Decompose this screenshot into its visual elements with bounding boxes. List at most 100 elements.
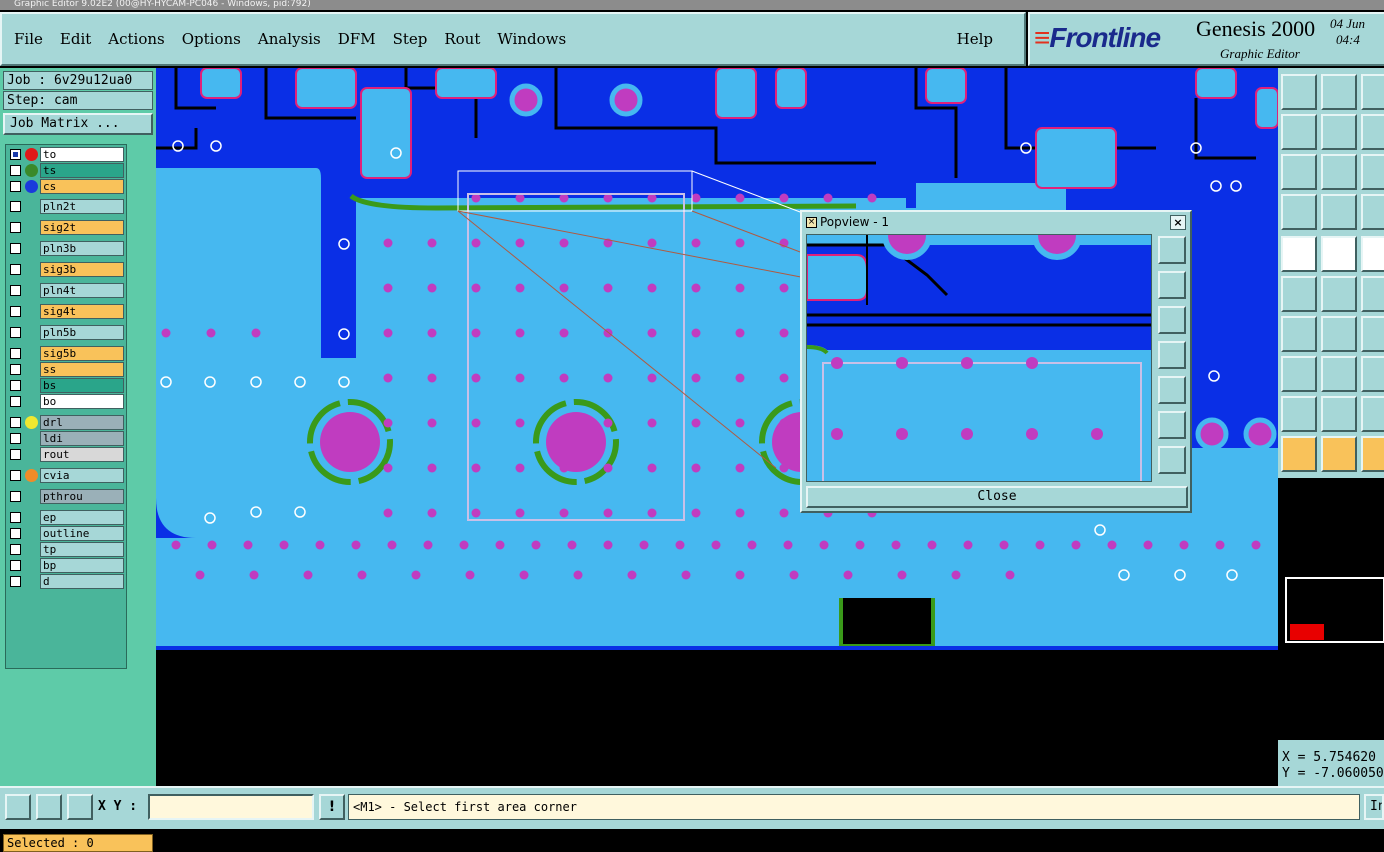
layer-row-to[interactable]: to bbox=[8, 147, 125, 162]
layer-checkbox[interactable] bbox=[10, 433, 21, 444]
layer-row-rout[interactable]: rout bbox=[8, 447, 125, 462]
menu-rout[interactable]: Rout bbox=[444, 30, 480, 48]
pv-zoom-in-icon[interactable] bbox=[1158, 236, 1186, 264]
layer-checkbox[interactable] bbox=[10, 222, 21, 233]
layer-name[interactable]: sig2t bbox=[40, 220, 124, 235]
popview-close-button[interactable]: Close bbox=[806, 486, 1188, 508]
layer-row-tp[interactable]: tp bbox=[8, 542, 125, 557]
overview-minimap[interactable] bbox=[1278, 478, 1384, 740]
layer-row-pln5b[interactable]: pln5b bbox=[8, 325, 125, 340]
layer-checkbox[interactable] bbox=[10, 560, 21, 571]
layer-checkbox[interactable] bbox=[10, 348, 21, 359]
layer-name[interactable]: pln3b bbox=[40, 241, 124, 256]
layer-name[interactable]: bp bbox=[40, 558, 124, 573]
layer-name[interactable]: outline bbox=[40, 526, 124, 541]
triangle-alt-icon[interactable] bbox=[1321, 396, 1357, 432]
layer-checkbox[interactable] bbox=[10, 306, 21, 317]
layer-name[interactable]: sig3b bbox=[40, 262, 124, 277]
pv-pan-up-icon[interactable] bbox=[1158, 271, 1186, 299]
layer-row-pln4t[interactable]: pln4t bbox=[8, 283, 125, 298]
layer-checkbox[interactable] bbox=[10, 576, 21, 587]
arc-icon[interactable] bbox=[1361, 236, 1384, 272]
layer-name[interactable]: pthrou bbox=[40, 489, 124, 504]
alert-icon[interactable]: ! bbox=[319, 794, 345, 820]
layer-row-cs[interactable]: cs bbox=[8, 179, 125, 194]
measure-icon[interactable] bbox=[1281, 194, 1317, 230]
menu-windows[interactable]: Windows bbox=[497, 30, 566, 48]
cross-icon[interactable] bbox=[1321, 276, 1357, 312]
window-menu-icon[interactable]: × bbox=[806, 217, 817, 228]
popview-window[interactable]: × Popview - 1 × Close bbox=[800, 210, 1192, 513]
layer-row-pln2t[interactable]: pln2t bbox=[8, 199, 125, 214]
snap-mode-icon[interactable] bbox=[5, 794, 31, 820]
net-icon[interactable] bbox=[1361, 194, 1384, 230]
select-arrow3-icon[interactable] bbox=[1361, 436, 1384, 472]
layer-name[interactable]: sig5b bbox=[40, 346, 124, 361]
zoom-center-icon[interactable] bbox=[1321, 154, 1357, 190]
layer-checkbox[interactable] bbox=[10, 149, 21, 160]
home-icon[interactable] bbox=[1361, 74, 1384, 110]
layer-row-ss[interactable]: ss bbox=[8, 362, 125, 377]
angle-icon[interactable] bbox=[1281, 316, 1317, 352]
connect-icon[interactable] bbox=[1281, 276, 1317, 312]
layer-row-bs[interactable]: bs bbox=[8, 378, 125, 393]
select-arrow-icon[interactable] bbox=[1281, 436, 1317, 472]
rotate-icon[interactable] bbox=[1361, 316, 1384, 352]
layer-row-sig2t[interactable]: sig2t bbox=[8, 220, 125, 235]
layer-row-drl[interactable]: drl bbox=[8, 415, 125, 430]
layer-name[interactable]: pln2t bbox=[40, 199, 124, 214]
layer-checkbox[interactable] bbox=[10, 165, 21, 176]
home-down-icon[interactable] bbox=[1321, 74, 1357, 110]
layer-checkbox[interactable] bbox=[10, 544, 21, 555]
triangle-edit-icon[interactable] bbox=[1361, 396, 1384, 432]
layer-row-cvia[interactable]: cvia bbox=[8, 468, 125, 483]
pv-center-icon[interactable] bbox=[1158, 446, 1186, 474]
layer-checkbox[interactable] bbox=[10, 364, 21, 375]
layer-checkbox[interactable] bbox=[10, 181, 21, 192]
layer-name[interactable]: ss bbox=[40, 362, 124, 377]
grid-mode-icon[interactable] bbox=[67, 794, 93, 820]
layer-row-sig4t[interactable]: sig4t bbox=[8, 304, 125, 319]
pv-pan-left-icon[interactable] bbox=[1158, 341, 1186, 369]
layer-name[interactable]: bs bbox=[40, 378, 124, 393]
layer-name[interactable]: pln5b bbox=[40, 325, 124, 340]
layer-name[interactable]: d bbox=[40, 574, 124, 589]
layer-name[interactable]: ts bbox=[40, 163, 124, 178]
layer-name[interactable]: cvia bbox=[40, 468, 124, 483]
layer-checkbox[interactable] bbox=[10, 264, 21, 275]
layer-checkbox[interactable] bbox=[10, 327, 21, 338]
pv-pan-right-icon[interactable] bbox=[1158, 376, 1186, 404]
layer-checkbox[interactable] bbox=[10, 470, 21, 481]
scale-icon[interactable] bbox=[1361, 154, 1384, 190]
layer-row-d[interactable]: d bbox=[8, 574, 125, 589]
select-arrow2-icon[interactable] bbox=[1321, 436, 1357, 472]
layer-name[interactable]: sig4t bbox=[40, 304, 124, 319]
layer-row-ep[interactable]: ep bbox=[8, 510, 125, 525]
layer-name[interactable]: tp bbox=[40, 542, 124, 557]
popview-canvas[interactable] bbox=[806, 234, 1152, 482]
layer-row-pln3b[interactable]: pln3b bbox=[8, 241, 125, 256]
job-matrix-button[interactable]: Job Matrix ... bbox=[3, 113, 153, 135]
layer-checkbox[interactable] bbox=[10, 243, 21, 254]
zoom-fit-icon[interactable] bbox=[1281, 154, 1317, 190]
layer-checkbox[interactable] bbox=[10, 449, 21, 460]
feature-move-icon[interactable] bbox=[1281, 236, 1317, 272]
layer-row-pthrou[interactable]: pthrou bbox=[8, 489, 125, 504]
layer-name[interactable]: drl bbox=[40, 415, 124, 430]
layer-checkbox[interactable] bbox=[10, 528, 21, 539]
pad-icon[interactable] bbox=[1281, 356, 1317, 392]
minus-icon[interactable] bbox=[1321, 356, 1357, 392]
close-icon[interactable]: × bbox=[1170, 215, 1186, 230]
layer-name[interactable]: rout bbox=[40, 447, 124, 462]
pv-pan-down-icon[interactable] bbox=[1158, 306, 1186, 334]
layer-row-outline[interactable]: outline bbox=[8, 526, 125, 541]
layer-name[interactable]: bo bbox=[40, 394, 124, 409]
menu-file[interactable]: File bbox=[14, 30, 43, 48]
layer-checkbox[interactable] bbox=[10, 512, 21, 523]
layer-checkbox[interactable] bbox=[10, 417, 21, 428]
menu-options[interactable]: Options bbox=[182, 30, 241, 48]
home-up-icon[interactable] bbox=[1281, 74, 1317, 110]
info-button[interactable]: In bbox=[1364, 794, 1384, 820]
fit-icon[interactable] bbox=[1361, 114, 1384, 150]
layer-checkbox[interactable] bbox=[10, 396, 21, 407]
